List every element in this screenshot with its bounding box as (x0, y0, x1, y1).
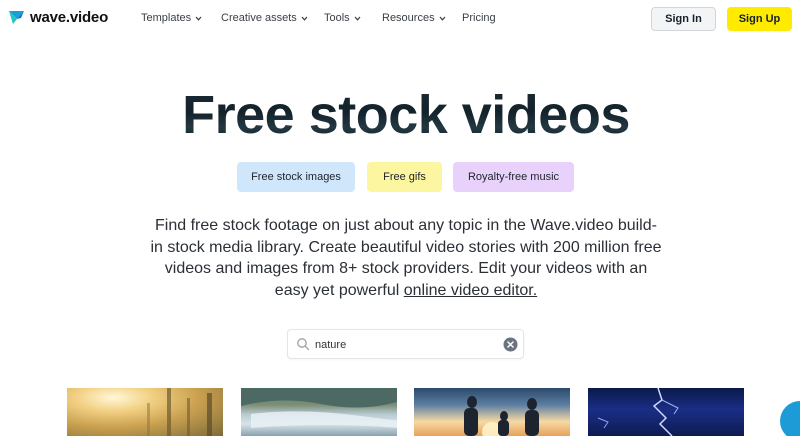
search-input[interactable] (315, 335, 495, 354)
nav-resources[interactable]: Resources (382, 12, 446, 24)
nav-tools[interactable]: Tools (324, 12, 361, 24)
clear-icon[interactable] (503, 337, 518, 352)
family-image (464, 396, 539, 436)
hero-description: Find free stock footage on just about an… (150, 215, 662, 301)
nav-pricing[interactable]: Pricing (462, 12, 496, 24)
chip-free-gifs[interactable]: Free gifs (367, 162, 442, 192)
online-video-editor-link[interactable]: online video editor. (404, 282, 537, 299)
waterfall-image (241, 388, 397, 428)
chevron-down-icon (439, 16, 446, 21)
nav-label: Resources (382, 12, 435, 24)
video-thumbnail-family-sunset[interactable] (414, 388, 570, 436)
chevron-down-icon (301, 16, 308, 21)
wave-logo-icon (9, 11, 24, 24)
chip-royalty-free-music[interactable]: Royalty-free music (453, 162, 574, 192)
sign-in-button[interactable]: Sign In (651, 7, 716, 31)
nav-label: Templates (141, 12, 192, 24)
nav-templates[interactable]: Templates (141, 12, 202, 24)
site-header: wave.video Templates Creative assets Too… (0, 0, 800, 38)
search-icon (297, 338, 310, 351)
forest-image (147, 388, 212, 436)
chevron-down-icon (354, 16, 361, 21)
lightning-image (597, 388, 679, 436)
brand-logo[interactable]: wave.video (8, 9, 108, 26)
nav-creative-assets[interactable]: Creative assets (221, 12, 308, 24)
search-bar[interactable] (287, 329, 524, 359)
chevron-down-icon (195, 16, 202, 21)
page-title: Free stock videos (0, 84, 800, 146)
nav-label: Pricing (462, 12, 496, 24)
video-thumbnail-river-waterfall[interactable] (241, 388, 397, 436)
chip-free-stock-images[interactable]: Free stock images (237, 162, 355, 192)
brand-name: wave.video (30, 9, 109, 26)
nav-label: Creative assets (221, 12, 297, 24)
video-thumbnail-sunlit-forest[interactable] (67, 388, 223, 436)
sign-up-button[interactable]: Sign Up (727, 7, 792, 31)
nav-label: Tools (324, 12, 350, 24)
chat-icon[interactable] (780, 401, 800, 436)
video-thumbnail-lightning-storm[interactable] (588, 388, 744, 436)
